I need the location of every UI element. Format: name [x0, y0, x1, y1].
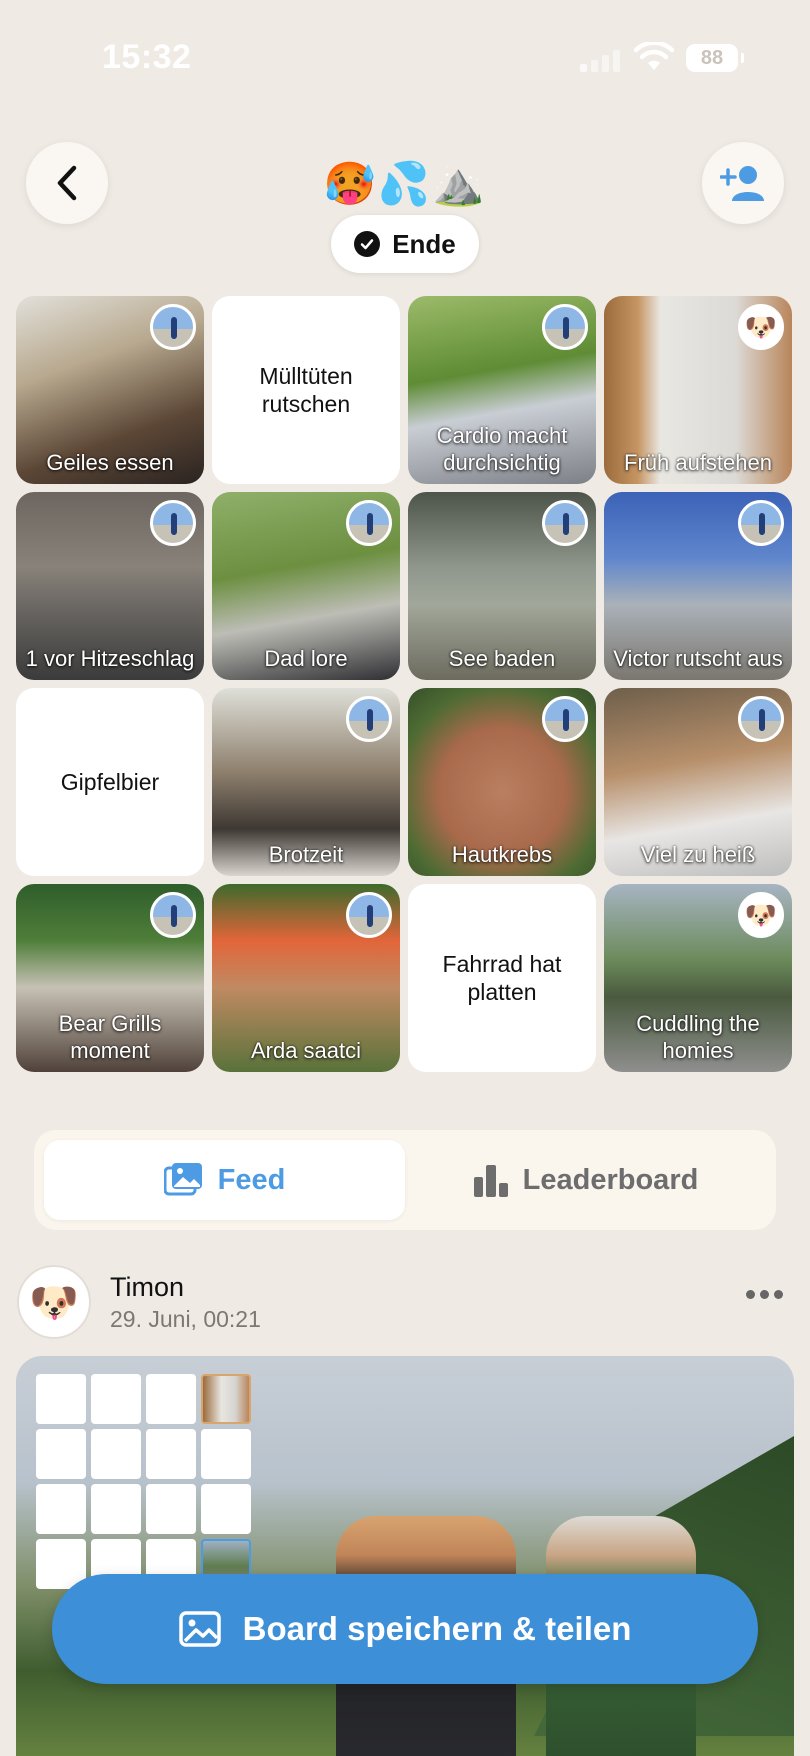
dog-avatar-icon: 🐶 [738, 304, 784, 350]
view-switcher: Feed Leaderboard [34, 1130, 776, 1230]
post-username[interactable]: Timon [110, 1272, 184, 1303]
leaderboard-bars-icon [473, 1165, 508, 1197]
tile-avatar [150, 304, 196, 350]
tab-feed[interactable]: Feed [44, 1140, 405, 1220]
post-timestamp: 29. Juni, 00:21 [110, 1306, 261, 1332]
tile-label: Bear Grills moment [58, 1011, 162, 1063]
tile-label: Viel zu heiß [640, 842, 756, 867]
grid-tile[interactable]: Victor rutscht aus [604, 492, 792, 680]
grid-tile[interactable]: 🐶 Früh aufstehen [604, 296, 792, 484]
tile-avatar [542, 696, 588, 742]
tile-label: Geiles essen [46, 450, 174, 475]
post-avatar[interactable]: 🐶 [17, 1265, 91, 1339]
grid-tile[interactable]: Geiles essen [16, 296, 204, 484]
tile-avatar [542, 304, 588, 350]
image-icon [178, 1611, 221, 1647]
tile-label: Gipfelbier [60, 769, 160, 795]
check-circle-icon [354, 231, 381, 257]
tab-leaderboard-label: Leaderboard [522, 1163, 699, 1196]
tile-avatar [738, 696, 784, 742]
tile-label: 1 vor Hitzeschlag [25, 646, 195, 671]
grid-tile[interactable]: Hautkrebs [408, 688, 596, 876]
cta-label: Board speichern & teilen [242, 1610, 632, 1647]
post-image[interactable] [16, 1356, 794, 1756]
bingo-grid: Geiles essen Mülltüten rutschen Cardio m… [16, 296, 794, 1072]
tile-label: Victor rutscht aus [613, 646, 783, 671]
cellular-signal-icon [580, 50, 620, 72]
tile-label: Früh aufstehen [624, 450, 772, 475]
grid-tile[interactable]: See baden [408, 492, 596, 680]
save-share-board-button[interactable]: Board speichern & teilen [52, 1574, 758, 1684]
grid-tile[interactable]: Cardio macht durchsichtig [408, 296, 596, 484]
status-bar: 15:32 88 [0, 0, 810, 120]
tile-label: Fahrrad hat platten [442, 951, 562, 1005]
tile-avatar [150, 500, 196, 546]
tile-label: Cardio macht durchsichtig [436, 423, 568, 475]
tile-avatar [346, 696, 392, 742]
end-label: Ende [392, 228, 456, 259]
tile-label: Brotzeit [268, 842, 344, 867]
tile-label: Mülltüten rutschen [259, 363, 353, 417]
grid-tile[interactable]: Dad lore [212, 492, 400, 680]
tile-label: Hautkrebs [451, 842, 553, 867]
grid-tile[interactable]: Arda saatci [212, 884, 400, 1072]
grid-tile[interactable]: Mülltüten rutschen [212, 296, 400, 484]
tile-avatar [738, 500, 784, 546]
more-dots-icon[interactable] [746, 1290, 783, 1299]
grid-tile[interactable]: 🐶 Cuddling the homies [604, 884, 792, 1072]
grid-tile[interactable]: 1 vor Hitzeschlag [16, 492, 204, 680]
grid-tile[interactable]: Viel zu heiß [604, 688, 792, 876]
feed-image-icon [163, 1163, 202, 1196]
dog-avatar-icon: 🐶 [738, 892, 784, 938]
tile-label: Cuddling the homies [636, 1011, 760, 1063]
status-time: 15:32 [102, 38, 192, 76]
battery-indicator: 88 [686, 44, 744, 72]
tile-avatar [346, 892, 392, 938]
tile-label: Arda saatci [250, 1038, 362, 1063]
add-person-icon [720, 166, 764, 201]
tab-leaderboard[interactable]: Leaderboard [405, 1140, 766, 1220]
tile-avatar [542, 500, 588, 546]
wifi-icon [634, 42, 674, 70]
tile-avatar [150, 892, 196, 938]
tab-feed-label: Feed [217, 1163, 286, 1196]
grid-tile[interactable]: Fahrrad hat platten [408, 884, 596, 1072]
end-button[interactable]: Ende [331, 215, 479, 273]
grid-tile[interactable]: Gipfelbier [16, 688, 204, 876]
board-emoji-title: 🥵💦⛰️ [323, 160, 487, 207]
mini-board-overlay [36, 1374, 256, 1589]
tile-avatar [346, 500, 392, 546]
tile-label: Dad lore [264, 646, 348, 671]
grid-tile[interactable]: Bear Grills moment [16, 884, 204, 1072]
add-member-button[interactable] [702, 142, 784, 224]
tile-label: See baden [448, 646, 556, 671]
grid-tile[interactable]: Brotzeit [212, 688, 400, 876]
